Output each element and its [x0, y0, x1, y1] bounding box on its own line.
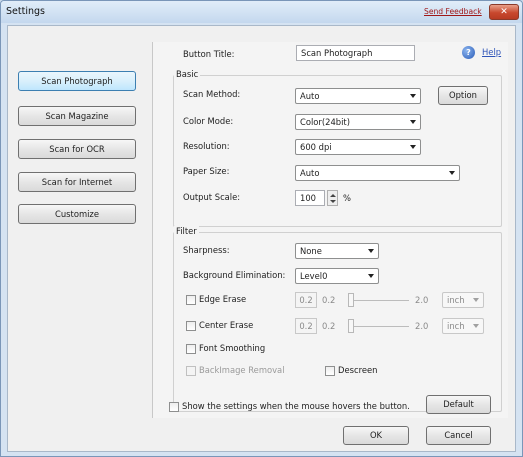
sidebar-item-label: Scan Photograph — [41, 76, 113, 86]
spinner-up-icon — [330, 194, 336, 197]
center-erase-unit-value: inch — [447, 321, 465, 331]
edge-erase-label: Edge Erase — [199, 294, 247, 304]
window-title: Settings — [6, 6, 45, 17]
background-elimination-label: Background Elimination: — [183, 270, 286, 280]
spinner-down-icon — [330, 200, 336, 203]
sidebar-item-scan-for-internet[interactable]: Scan for Internet — [18, 172, 136, 192]
sidebar-item-label: Scan Magazine — [45, 111, 109, 121]
background-elimination-value: Level0 — [300, 271, 328, 281]
edge-erase-unit-value: inch — [447, 295, 465, 305]
font-smoothing-checkbox[interactable] — [186, 344, 196, 354]
sidebar-item-label: Scan for OCR — [49, 144, 105, 154]
center-erase-label: Center Erase — [199, 320, 254, 330]
button-title-input[interactable]: Scan Photograph — [296, 45, 415, 61]
paper-size-select[interactable]: Auto — [295, 165, 460, 181]
sharpness-select[interactable]: None — [295, 243, 379, 259]
basic-group-label: Basic — [174, 69, 201, 79]
chevron-down-icon — [473, 324, 479, 328]
sidebar-item-label: Customize — [55, 209, 99, 219]
output-scale-spinner[interactable] — [327, 190, 338, 206]
sidebar-item-scan-photograph[interactable]: Scan Photograph — [18, 71, 136, 91]
ok-button[interactable]: OK — [343, 426, 409, 445]
ok-button-label: OK — [369, 430, 383, 440]
color-mode-label: Color Mode: — [183, 116, 234, 126]
sharpness-value: None — [300, 246, 322, 256]
center-erase-min: 0.2 — [322, 321, 336, 331]
option-button[interactable]: Option — [438, 86, 488, 105]
background-elimination-select[interactable]: Level0 — [295, 268, 379, 284]
scan-method-value: Auto — [300, 91, 320, 101]
edge-erase-checkbox[interactable] — [186, 295, 196, 305]
backimage-removal-label: BackImage Removal — [199, 365, 285, 375]
descreen-checkbox[interactable] — [325, 366, 335, 376]
chevron-down-icon — [473, 298, 479, 302]
chevron-down-icon — [410, 145, 416, 149]
close-button[interactable]: ✕ — [489, 4, 519, 20]
center-erase-max: 2.0 — [415, 321, 429, 331]
sidebar-item-customize[interactable]: Customize — [18, 204, 136, 224]
sidebar-item-scan-magazine[interactable]: Scan Magazine — [18, 106, 136, 126]
chevron-down-icon — [449, 171, 455, 175]
scan-method-select[interactable]: Auto — [295, 88, 421, 104]
paper-size-value: Auto — [300, 168, 320, 178]
edge-erase-track — [351, 300, 409, 301]
option-button-label: Option — [449, 90, 477, 100]
chevron-down-icon — [410, 120, 416, 124]
cancel-button[interactable]: Cancel — [426, 426, 491, 445]
chevron-down-icon — [410, 94, 416, 98]
descreen-label: Descreen — [338, 365, 378, 375]
show-settings-label: Show the settings when the mouse hovers … — [182, 401, 410, 411]
resolution-value: 600 dpi — [300, 142, 332, 152]
help-link[interactable]: Help — [482, 47, 501, 57]
center-erase-value[interactable]: 0.2 — [295, 318, 317, 334]
default-button-label: Default — [443, 399, 474, 409]
settings-panel: Button Title: Scan Photograph ? Help Bas… — [152, 42, 508, 418]
center-erase-unit-select[interactable]: inch — [442, 318, 484, 334]
output-scale-unit: % — [343, 193, 351, 203]
paper-size-label: Paper Size: — [183, 166, 230, 176]
filter-group-label: Filter — [174, 226, 199, 236]
cancel-button-label: Cancel — [444, 430, 473, 440]
resolution-label: Resolution: — [183, 141, 230, 151]
edge-erase-min: 0.2 — [322, 295, 336, 305]
settings-window: Settings Send Feedback ✕ Scan Photograph… — [0, 0, 523, 457]
backimage-removal-checkbox[interactable] — [186, 366, 196, 376]
edge-erase-slider[interactable] — [348, 293, 354, 307]
output-scale-label: Output Scale: — [183, 192, 241, 202]
edge-erase-value[interactable]: 0.2 — [295, 292, 317, 308]
chevron-down-icon — [368, 249, 374, 253]
sharpness-label: Sharpness: — [183, 245, 230, 255]
chevron-down-icon — [368, 274, 374, 278]
close-icon: ✕ — [500, 7, 508, 17]
button-title-label: Button Title: — [183, 49, 235, 59]
edge-erase-unit-select[interactable]: inch — [442, 292, 484, 308]
scan-method-label: Scan Method: — [183, 89, 241, 99]
edge-erase-max: 2.0 — [415, 295, 429, 305]
font-smoothing-label: Font Smoothing — [199, 343, 266, 353]
center-erase-track — [351, 326, 409, 327]
center-erase-slider[interactable] — [348, 319, 354, 333]
sidebar-item-label: Scan for Internet — [41, 177, 113, 187]
color-mode-select[interactable]: Color(24bit) — [295, 114, 421, 130]
center-erase-checkbox[interactable] — [186, 321, 196, 331]
sidebar-item-scan-for-ocr[interactable]: Scan for OCR — [18, 139, 136, 159]
show-settings-checkbox[interactable] — [169, 402, 179, 412]
color-mode-value: Color(24bit) — [300, 117, 350, 127]
resolution-select[interactable]: 600 dpi — [295, 139, 421, 155]
dialog-body: Scan Photograph Scan Magazine Scan for O… — [7, 25, 516, 452]
send-feedback-link[interactable]: Send Feedback — [424, 7, 482, 16]
help-icon[interactable]: ? — [462, 46, 475, 59]
default-button[interactable]: Default — [426, 395, 491, 414]
title-bar: Settings Send Feedback ✕ — [1, 1, 522, 23]
output-scale-input[interactable]: 100 — [295, 190, 325, 206]
